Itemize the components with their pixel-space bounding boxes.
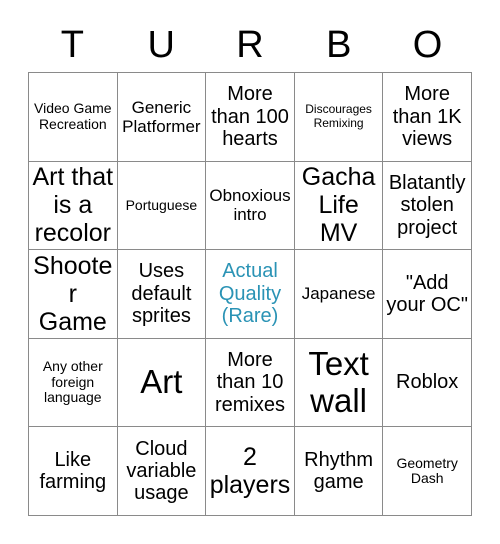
bingo-cell[interactable]: Art that is a recolor (29, 161, 118, 251)
bingo-cell[interactable]: Generic Platformer (117, 73, 207, 162)
bingo-cell-label: Rhythm game (304, 448, 374, 494)
bingo-cell-label: Japanese (301, 284, 376, 304)
bingo-cell[interactable]: Cloud variable usage (117, 427, 207, 516)
bingo-cell[interactable]: 2 players (206, 427, 295, 516)
bingo-cell-label: Roblox (396, 371, 459, 394)
bingo-cell[interactable]: Obnoxious intro (206, 161, 295, 251)
bingo-cell-label: More than 1K views (392, 83, 462, 150)
bingo-cell-label: Video Game Recreation (34, 100, 112, 132)
bingo-cell-label: Portuguese (125, 196, 198, 213)
bingo-cell[interactable]: Uses default sprites (117, 250, 207, 339)
header-letter-1: U (147, 24, 175, 66)
bingo-cell[interactable]: Portuguese (117, 161, 207, 251)
bingo-cell-label: Text wall (308, 344, 369, 419)
bingo-cell[interactable]: More than 1K views (383, 73, 472, 162)
header-letter-4: O (412, 24, 443, 66)
bingo-cell-label: Actual Quality (Rare) (218, 260, 282, 328)
bingo-cell-label: Gacha Life MV (301, 163, 376, 248)
bingo-cell[interactable]: More than 100 hearts (206, 73, 295, 162)
bingo-cell[interactable]: More than 10 remixes (206, 338, 295, 428)
bingo-cell-label: 2 players (209, 443, 291, 500)
bingo-cell-label: Blatantly stolen project (388, 171, 466, 239)
bingo-cell[interactable]: "Add your OC" (383, 250, 472, 339)
bingo-cell-label: "Add your OC" (386, 271, 468, 316)
bingo-cell-label: Cloud variable usage (126, 437, 197, 505)
bingo-cell-label: More than 100 hearts (211, 83, 289, 150)
bingo-cell[interactable]: Blatantly stolen project (383, 161, 472, 251)
bingo-card: T U R B O Video Game Recreation Generic … (0, 0, 500, 544)
bingo-cell-label: More than 10 remixes (214, 349, 285, 416)
header-letter-0: T (60, 24, 84, 66)
bingo-cell[interactable]: Geometry Dash (383, 427, 472, 516)
bingo-cell[interactable]: Like farming (29, 427, 118, 516)
bingo-cell-label: Geometry Dash (396, 454, 458, 487)
bingo-cell[interactable]: Video Game Recreation (29, 73, 118, 162)
bingo-cell-label: Shooter Game (33, 252, 113, 336)
bingo-cell-label: Art that is a recolor (32, 163, 114, 248)
bingo-cell[interactable]: Gacha Life MV (294, 161, 384, 251)
bingo-cell[interactable]: Art (117, 338, 207, 428)
header-letter-3: B (326, 24, 352, 66)
bingo-cell-label: Generic Platformer (122, 97, 201, 136)
bingo-cell-label: Any other foreign language (42, 358, 103, 406)
bingo-cell-label: Like farming (39, 448, 107, 494)
bingo-cell-label: Obnoxious intro (209, 186, 291, 225)
bingo-cell[interactable]: Shooter Game (29, 250, 118, 339)
bingo-cell[interactable]: Any other foreign language (29, 338, 118, 428)
bingo-grid: Video Game Recreation Generic Platformer… (28, 72, 472, 516)
bingo-cell[interactable]: Discourages Remixing (294, 73, 384, 162)
bingo-cell[interactable]: Roblox (383, 338, 472, 428)
bingo-cell[interactable]: Text wall (294, 338, 384, 428)
bingo-cell[interactable]: Japanese (294, 250, 384, 339)
bingo-cell-label: Uses default sprites (131, 260, 192, 328)
bingo-cell-label: Discourages Remixing (305, 102, 372, 130)
bingo-header: T U R B O (28, 18, 472, 72)
bingo-cell[interactable]: Actual Quality (Rare) (206, 250, 295, 339)
bingo-cell-label: Art (140, 363, 183, 401)
bingo-cell[interactable]: Rhythm game (294, 427, 384, 516)
header-letter-2: R (236, 24, 264, 66)
